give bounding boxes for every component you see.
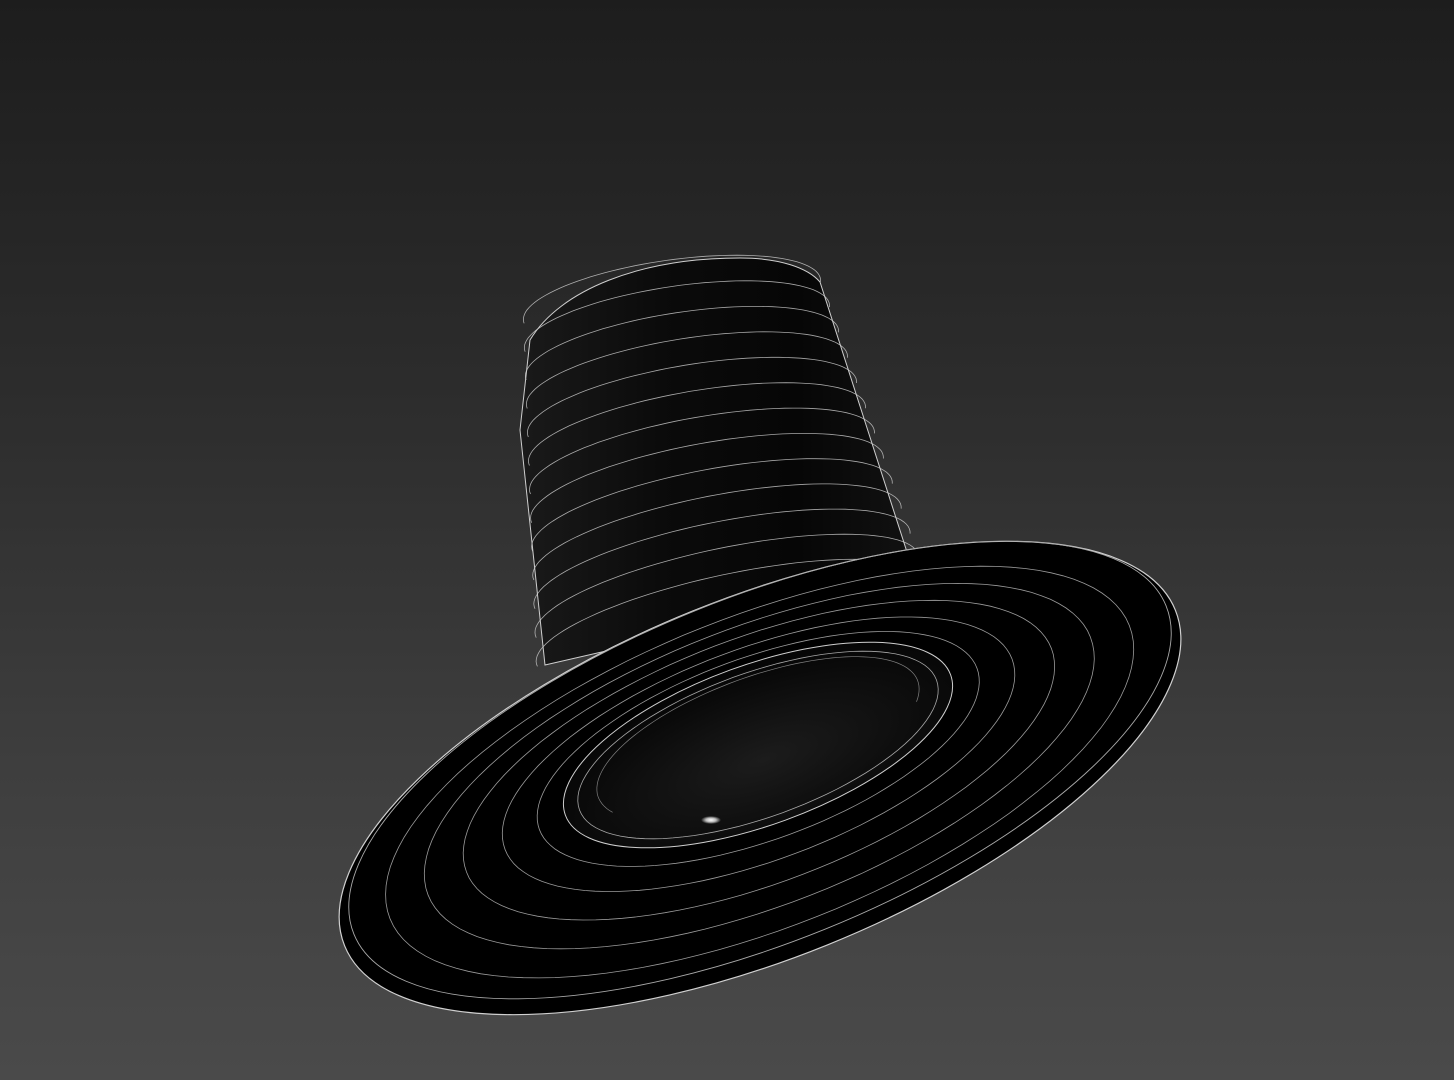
3d-viewport[interactable] — [0, 0, 1454, 1080]
top-hat-model[interactable] — [277, 254, 1243, 1080]
specular-highlight — [701, 816, 721, 824]
scene-canvas[interactable] — [0, 0, 1454, 1080]
